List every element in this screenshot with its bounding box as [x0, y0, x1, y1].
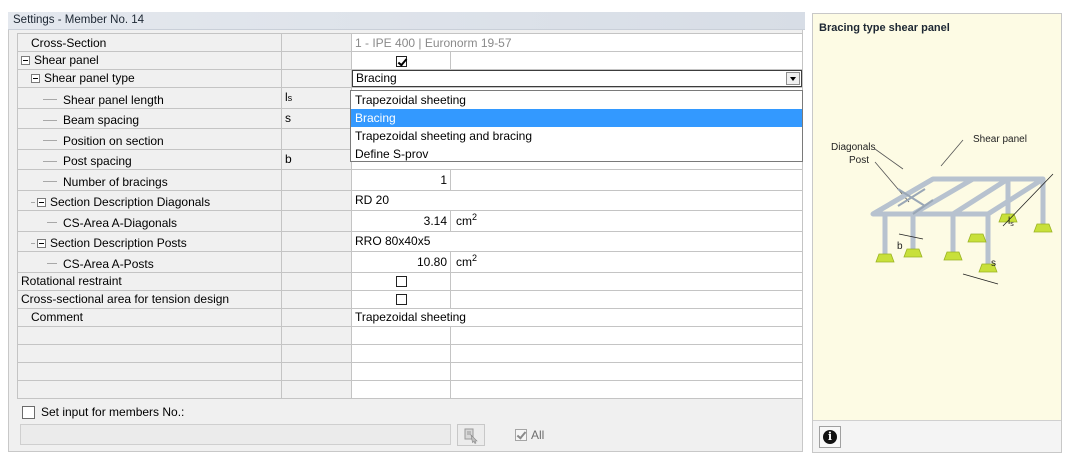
shear-panel-label: Shear panel: [973, 134, 1027, 145]
diagonals-label: Diagonals: [831, 142, 875, 153]
row-symbol: s: [285, 111, 291, 126]
support-icon: [1033, 223, 1053, 233]
row-label: Comment: [31, 310, 84, 324]
cross-section-value[interactable]: 1 - IPE 400 | Euronorm 19-57: [350, 33, 804, 52]
table-row: Cross-Section 1 - IPE 400 | Euronorm 19-…: [17, 33, 804, 52]
collapse-icon[interactable]: [37, 238, 46, 248]
set-input-label: Set input for members No.:: [41, 405, 185, 419]
row-label: Shear panel: [34, 53, 99, 68]
number-of-bracings-input[interactable]: 1: [351, 169, 451, 191]
row-symbol-sub: s: [287, 93, 293, 104]
table-row: CS-Area A-Diagonals 3.14 cm2: [17, 210, 804, 232]
table-row: Section Description Diagonals RD 20: [17, 189, 804, 211]
dropdown-option[interactable]: Trapezoidal sheeting: [351, 91, 802, 109]
s-label: s: [991, 258, 996, 269]
shear-panel-type-select[interactable]: Bracing: [352, 70, 802, 87]
shear-panel-type-dropdown[interactable]: Trapezoidal sheeting Bracing Trapezoidal…: [350, 90, 803, 162]
row-label: Cross-Section: [31, 35, 107, 50]
support-icon: [943, 251, 963, 261]
posts-area-value[interactable]: 10.80: [351, 251, 451, 273]
table-row: Section Description Posts RRO 80x40x5: [17, 230, 804, 252]
post-label: Post: [849, 155, 869, 166]
comment-input[interactable]: Trapezoidal sheeting: [350, 307, 804, 327]
table-row: Shear panel: [17, 51, 804, 70]
all-checkbox[interactable]: [515, 429, 527, 441]
row-label: CS-Area A-Posts: [63, 256, 154, 271]
members-input[interactable]: [20, 424, 451, 445]
row-label: Cross-sectional area for tension design: [21, 292, 230, 306]
table-row: Rotational restraint: [17, 271, 804, 291]
collapse-icon[interactable]: [21, 55, 30, 65]
unit-sup: 2: [472, 211, 478, 222]
row-label: Position on section: [63, 133, 164, 148]
table-row: [17, 379, 804, 399]
row-label: Rotational restraint: [21, 274, 122, 288]
pick-icon: [464, 428, 478, 444]
preview-footer: i: [813, 420, 1061, 452]
table-row: [17, 325, 804, 345]
table-row: [17, 361, 804, 381]
chevron-down-icon[interactable]: [786, 72, 801, 85]
set-input-checkbox[interactable]: [22, 405, 35, 419]
table-row: Number of bracings 1: [17, 169, 804, 191]
support-icon: [875, 253, 895, 263]
table-row: Cross-sectional area for tension design: [17, 289, 804, 309]
preview-title: Bracing type shear panel: [819, 22, 950, 34]
support-icon: [967, 233, 987, 243]
b-label: b: [897, 241, 903, 252]
posts-section-input[interactable]: RRO 80x40x5: [350, 230, 804, 252]
row-label: Number of bracings: [63, 174, 168, 189]
all-members-option[interactable]: All: [515, 428, 544, 442]
unit-label: cm: [456, 213, 472, 228]
shear-panel-diagram: Diagonals Post Shear panel b s ls: [831, 134, 1054, 285]
table-row: Shear panel type Bracing: [17, 69, 804, 88]
table-row: [17, 343, 804, 363]
collapse-icon[interactable]: [37, 197, 46, 207]
tension-area-checkbox[interactable]: [395, 294, 407, 306]
all-label: All: [531, 428, 545, 442]
row-symbol: b: [285, 152, 292, 167]
row-label: Section Description Diagonals: [50, 195, 211, 209]
row-label: Beam spacing: [63, 113, 140, 127]
dropdown-option[interactable]: Define S-prov: [351, 145, 802, 163]
table-row: Comment Trapezoidal sheeting: [17, 307, 804, 327]
row-label: Section Description Posts: [50, 236, 187, 250]
dropdown-option[interactable]: Trapezoidal sheeting and bracing: [351, 127, 802, 145]
unit-label: cm: [456, 254, 472, 269]
info-icon: i: [823, 430, 837, 444]
row-label: CS-Area A-Diagonals: [63, 215, 178, 230]
diagonals-section-input[interactable]: RD 20: [350, 189, 804, 211]
preview-panel: Bracing type shear panel Diagonals Post …: [812, 13, 1062, 453]
collapse-icon[interactable]: [31, 73, 40, 83]
set-input-row: Set input for members No.:: [22, 405, 184, 419]
dropdown-option-selected[interactable]: Bracing: [351, 109, 802, 127]
info-button[interactable]: i: [819, 426, 841, 448]
row-label: Shear panel length: [63, 92, 164, 107]
shear-panel-checkbox[interactable]: [395, 55, 407, 67]
unit-sup: 2: [472, 252, 478, 263]
table-row: CS-Area A-Posts 10.80 cm2: [17, 251, 804, 273]
panel-title: Settings - Member No. 14: [8, 12, 805, 30]
support-icon: [903, 248, 923, 258]
row-label: Shear panel type: [44, 71, 135, 86]
pick-members-button[interactable]: [457, 424, 485, 446]
select-value: Bracing: [356, 71, 397, 85]
settings-grid: Cross-Section 1 - IPE 400 | Euronorm 19-…: [17, 33, 804, 399]
diagonals-area-value[interactable]: 3.14: [351, 210, 451, 232]
rotational-restraint-checkbox[interactable]: [395, 276, 407, 288]
row-label: Post spacing: [63, 154, 132, 168]
